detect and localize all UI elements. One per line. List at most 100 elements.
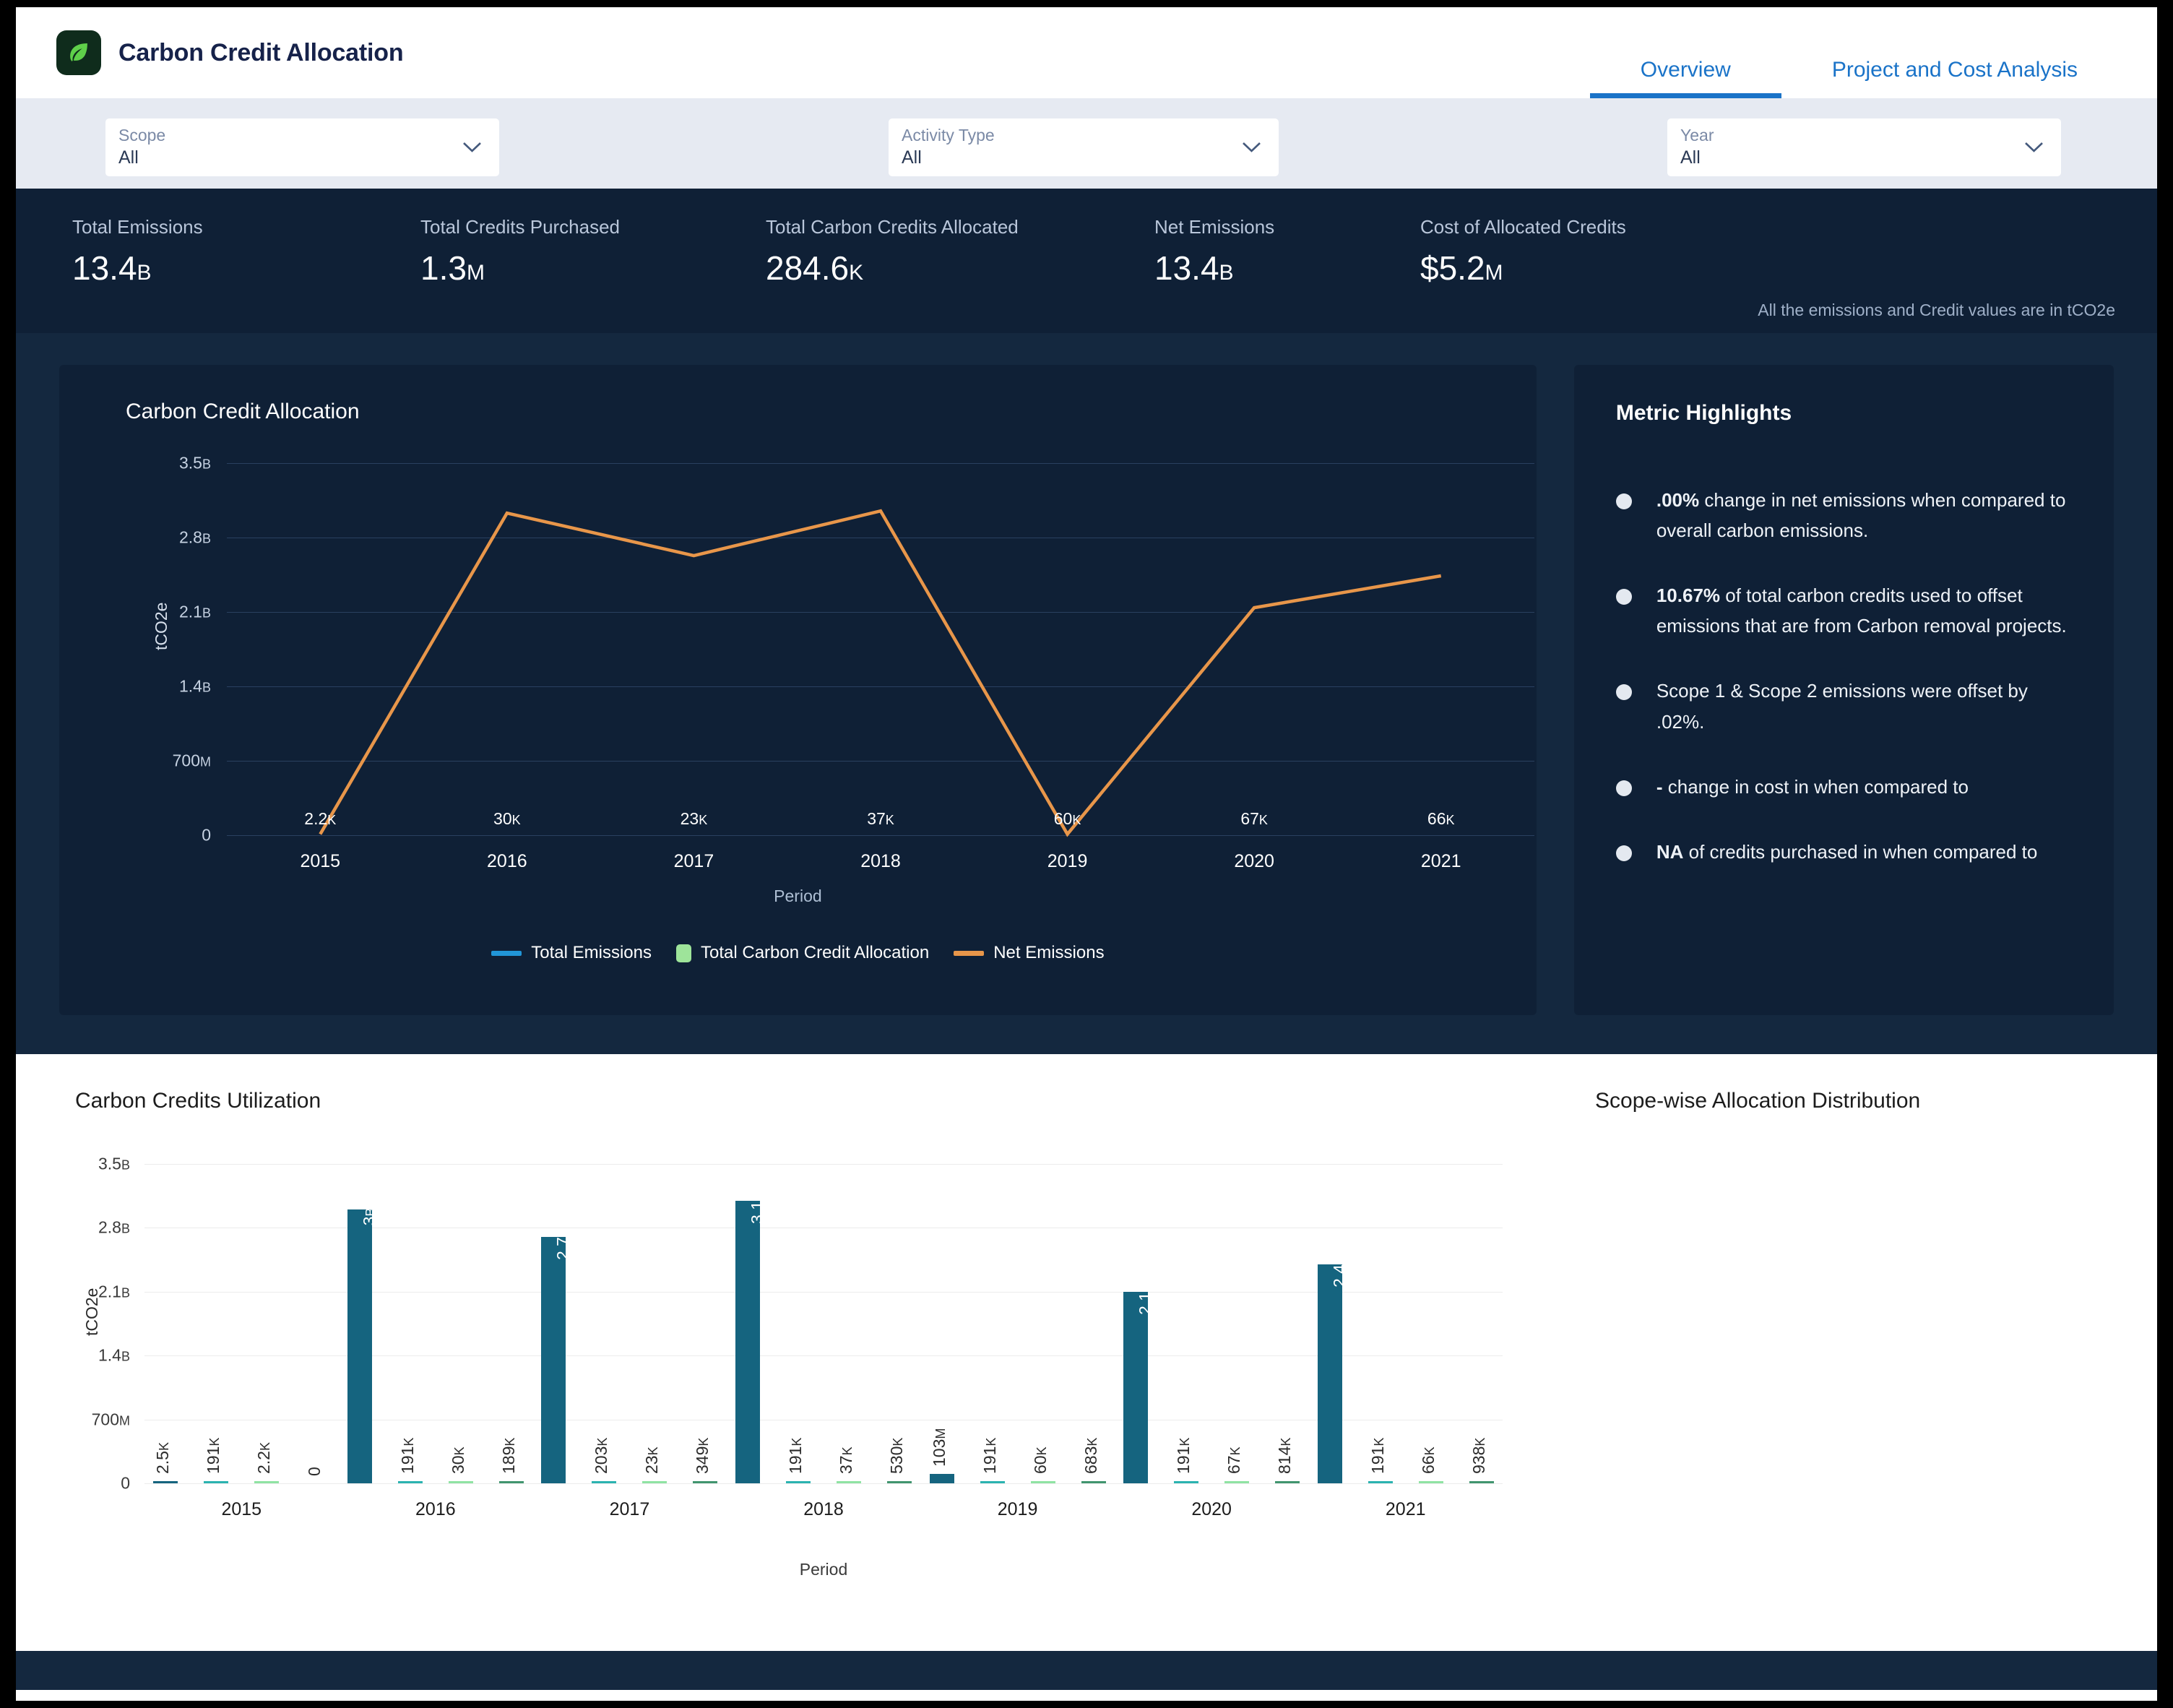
line-chart-legend: Total Emissions Total Carbon Credit Alloc… — [59, 943, 1537, 963]
bar-segment — [1081, 1481, 1106, 1483]
bar-segment — [887, 1481, 912, 1483]
bar-segment — [1275, 1481, 1300, 1483]
bar-value-label: 530K — [887, 1437, 906, 1474]
y-axis-tick: 1.4B — [98, 1345, 130, 1365]
bar-value-label: 2.5K — [153, 1442, 173, 1474]
chevron-down-icon[interactable] — [1242, 142, 1261, 153]
bar-segment: 2.4B — [1317, 1256, 1349, 1483]
bar-segment — [837, 1481, 861, 1483]
bar-value-label: 30K — [448, 1446, 467, 1474]
legend-swatch — [676, 944, 692, 962]
kpi-label: Total Credits Purchased — [420, 216, 621, 238]
y-axis-tick: 2.8B — [98, 1217, 130, 1237]
bar-segment — [693, 1481, 718, 1483]
bar-segment — [1224, 1481, 1250, 1483]
y-axis-tick: 2.8B — [179, 527, 211, 547]
filter-scope-value: All — [118, 147, 139, 168]
net-emissions-line — [319, 509, 1442, 837]
bar-segment: 2.7B — [541, 1228, 572, 1483]
legend-swatch — [491, 950, 522, 956]
chevron-down-icon[interactable] — [462, 142, 482, 153]
line-chart-x-axis-title: Period — [774, 887, 822, 905]
kpi-value: 1.3M — [420, 249, 485, 287]
kpi-label: Total Emissions — [72, 216, 203, 238]
highlight-text: NA of credits purchased in when compared… — [1656, 840, 2038, 863]
bullet-dot — [1615, 684, 1632, 701]
filter-bar: Scope All Activity Type All Year All — [16, 98, 2157, 189]
overview-charts-band: Carbon Credit Allocation tCO2e 3.5B 2.8B 2… — [16, 333, 2157, 1054]
line-chart-data-label: 23K — [680, 809, 708, 828]
kpi-total-carbon-credits-allocated: Total Carbon Credits Allocated 284.6K — [766, 216, 1019, 288]
bar-segment: 2.1B — [1123, 1283, 1154, 1483]
bar-value-label: 683K — [1081, 1437, 1100, 1474]
line-chart-data-label: 37K — [867, 809, 894, 828]
footer-bar — [16, 1651, 2157, 1690]
legend-label: Net Emissions — [993, 943, 1105, 962]
bar-value-label: 3.1B — [748, 1191, 766, 1224]
bar-value-label: 3B — [359, 1207, 379, 1226]
legend-swatch — [954, 950, 985, 956]
bar-segment — [1174, 1481, 1199, 1483]
kpi-cost-of-allocated-credits: Cost of Allocated Credits $5.2M — [1420, 216, 1626, 288]
y-axis-tick: 700M — [172, 751, 211, 770]
bar-chart-x-tick: 2015 — [221, 1499, 262, 1519]
bar-value-label: 2.2K — [254, 1442, 274, 1474]
filter-year[interactable]: Year All — [1667, 118, 2061, 176]
kpi-value: $5.2M — [1420, 249, 1503, 287]
tab-project-and-cost-analysis[interactable]: Project and Cost Analysis — [1781, 58, 2128, 98]
bar-value-label: 814K — [1275, 1437, 1295, 1474]
bar-chart-x-tick: 2020 — [1191, 1499, 1232, 1519]
y-axis-tick: 0 — [121, 1473, 130, 1493]
bar-segment — [980, 1481, 1005, 1483]
legend-item-total-emissions: Total Emissions — [491, 943, 652, 963]
utilization-band: Carbon Credits Utilization tCO2e 3.5B 2.8… — [16, 1054, 2157, 1690]
page-title: Carbon Credit Allocation — [118, 38, 404, 66]
kpi-total-credits-purchased: Total Credits Purchased 1.3M — [420, 216, 620, 288]
line-chart-data-label: 60K — [1053, 809, 1081, 828]
filter-scope[interactable]: Scope All — [105, 118, 499, 176]
bar-value-label: 37K — [837, 1446, 855, 1474]
y-axis-tick: 3.5B — [179, 453, 211, 473]
bar-value-label: 191K — [980, 1437, 999, 1474]
line-chart-data-label: 66K — [1427, 809, 1455, 828]
bar-value-label: 2.4B — [1329, 1255, 1349, 1288]
y-axis-tick: 700M — [91, 1410, 130, 1429]
highlight-text: 10.67% of total carbon credits used to o… — [1656, 585, 2067, 637]
bullet-dot — [1615, 845, 1632, 861]
bar-segment — [204, 1481, 229, 1483]
bar-segment — [153, 1481, 178, 1483]
kpi-strip: Total Emissions 13.4B Total Credits Purc… — [16, 189, 2157, 333]
kpi-value: 284.6K — [766, 249, 864, 287]
bullet-dot — [1615, 589, 1632, 605]
line-chart-data-label: 2.2K — [304, 809, 337, 828]
bar-value-label: 191K — [786, 1437, 805, 1474]
dashboard-app: Carbon Credit Allocation Overview Projec… — [16, 7, 2157, 1701]
bar-value-label: 938K — [1469, 1437, 1488, 1474]
bar-value-label: 2.7B — [553, 1228, 573, 1261]
legend-item-total-carbon-credit-allocation: Total Carbon Credit Allocation — [676, 943, 929, 963]
line-chart-x-tick: 2015 — [300, 851, 341, 871]
highlight-item: Scope 1 & Scope 2 emissions were offset … — [1615, 676, 2076, 736]
highlight-text: .00% change in net emissions when compar… — [1656, 489, 2066, 542]
bar-chart-x-tick: 2017 — [609, 1499, 650, 1519]
bar-segment — [929, 1474, 954, 1483]
bar-segment — [448, 1481, 473, 1483]
bar-value-label: 103M — [929, 1428, 949, 1467]
tab-overview[interactable]: Overview — [1589, 58, 1781, 98]
line-chart-title: Carbon Credit Allocation — [126, 400, 360, 423]
y-axis-tick: 2.1B — [179, 602, 211, 621]
bar-value-label: 191K — [1368, 1437, 1387, 1474]
bar-value-label: 2.1B — [1136, 1282, 1155, 1315]
bar-value-label: 191K — [397, 1437, 417, 1474]
bar-chart-plot: 3.5B 2.8B 2.1B 1.4B 700M 0 2.5K 191K 2.2K 0 2015 3B… — [92, 1155, 1503, 1519]
bar-segment — [397, 1481, 423, 1483]
kpi-value: 13.4B — [72, 249, 152, 287]
bar-segment — [1469, 1481, 1494, 1483]
y-axis-tick: 0 — [202, 825, 211, 845]
bar-segment: 3B — [347, 1208, 379, 1483]
chevron-down-icon[interactable] — [2024, 142, 2044, 153]
bar-chart-x-tick: 2019 — [997, 1499, 1038, 1519]
filter-activity-type[interactable]: Activity Type All — [889, 118, 1279, 176]
line-chart-x-tick: 2018 — [860, 851, 901, 871]
kpi-total-emissions: Total Emissions 13.4B — [72, 216, 203, 288]
